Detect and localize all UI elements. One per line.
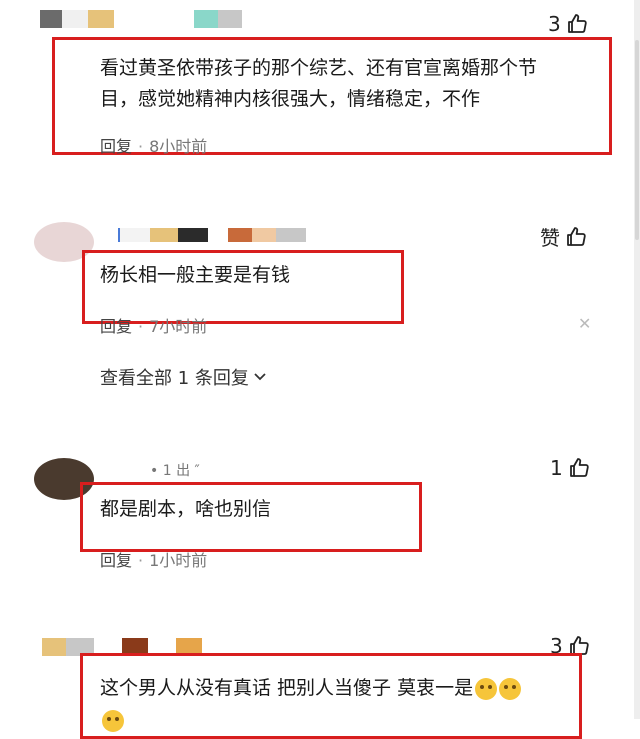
thumbs-up-icon: [567, 14, 587, 33]
comment-2: 赞 杨长相一般主要是有钱 回复 · 7小时前 ✕: [0, 200, 634, 400]
comment-1-like-count: 3: [548, 12, 561, 36]
comment-1-text-line-1: 看过黄圣依带孩子的那个综艺、还有官宣离婚那个节: [100, 57, 538, 79]
thumbs-up-icon: [569, 458, 589, 477]
comment-3-text: 都是剧本，啥也别信: [100, 498, 272, 520]
comment-2-time: 7小时前: [149, 317, 208, 336]
comment-1-meta: 回复 · 8小时前: [100, 137, 208, 156]
comment-4: 3 这个男人从没有真话 把别人当傻子 莫衷一是: [0, 620, 634, 739]
comment-4-text-content: 这个男人从没有真话 把别人当傻子 莫衷一是: [100, 677, 474, 699]
comment-2-text: 杨长相一般主要是有钱: [100, 264, 291, 286]
comment-3-like-button[interactable]: 1: [550, 456, 591, 480]
comment-1-time: 8小时前: [149, 137, 208, 156]
comment-3-reply-button[interactable]: 回复: [100, 551, 132, 570]
thumbs-up-icon: [567, 226, 586, 246]
chevron-down-icon: [254, 373, 266, 381]
comment-4-text: 这个男人从没有真话 把别人当傻子 莫衷一是: [100, 672, 522, 704]
comment-1-user-mosaic: [40, 10, 242, 28]
comment-2-like-label: 赞: [540, 226, 560, 250]
view-all-replies-button[interactable]: 查看全部 1 条回复: [100, 364, 267, 390]
comment-3-username: • 1 出 ″: [150, 463, 200, 479]
comment-2-meta: 回复 · 7小时前: [100, 317, 208, 336]
comment-3-meta: 回复 · 1小时前: [100, 551, 208, 570]
comment-2-like-button[interactable]: 赞: [540, 222, 588, 251]
comment-1-text-line-2: 目，感觉她精神内核很强大，情绪稳定，不作: [100, 88, 481, 110]
thinking-face-emoji: [475, 677, 498, 700]
comment-3-time: 1小时前: [149, 551, 208, 570]
comment-1: 3 看过黄圣依带孩子的那个综艺、还有官宣离婚那个节 目，感觉她精神内核很强大，情…: [0, 0, 634, 170]
comment-3: • 1 出 ″ 1 都是剧本，啥也别信 回复 · 1小时前: [0, 440, 634, 600]
close-icon[interactable]: ✕: [578, 314, 591, 333]
comment-2-reply-button[interactable]: 回复: [100, 317, 132, 336]
thinking-face-emoji: [102, 710, 124, 732]
comment-1-like-button[interactable]: 3: [548, 12, 589, 36]
comment-1-reply-button[interactable]: 回复: [100, 137, 132, 156]
comment-2-user-mosaic: [118, 228, 306, 242]
scrollbar-thumb[interactable]: [635, 40, 639, 240]
thinking-face-emoji: [499, 677, 522, 700]
comment-3-like-count: 1: [550, 456, 563, 480]
view-all-replies-label: 查看全部 1 条回复: [100, 368, 249, 389]
